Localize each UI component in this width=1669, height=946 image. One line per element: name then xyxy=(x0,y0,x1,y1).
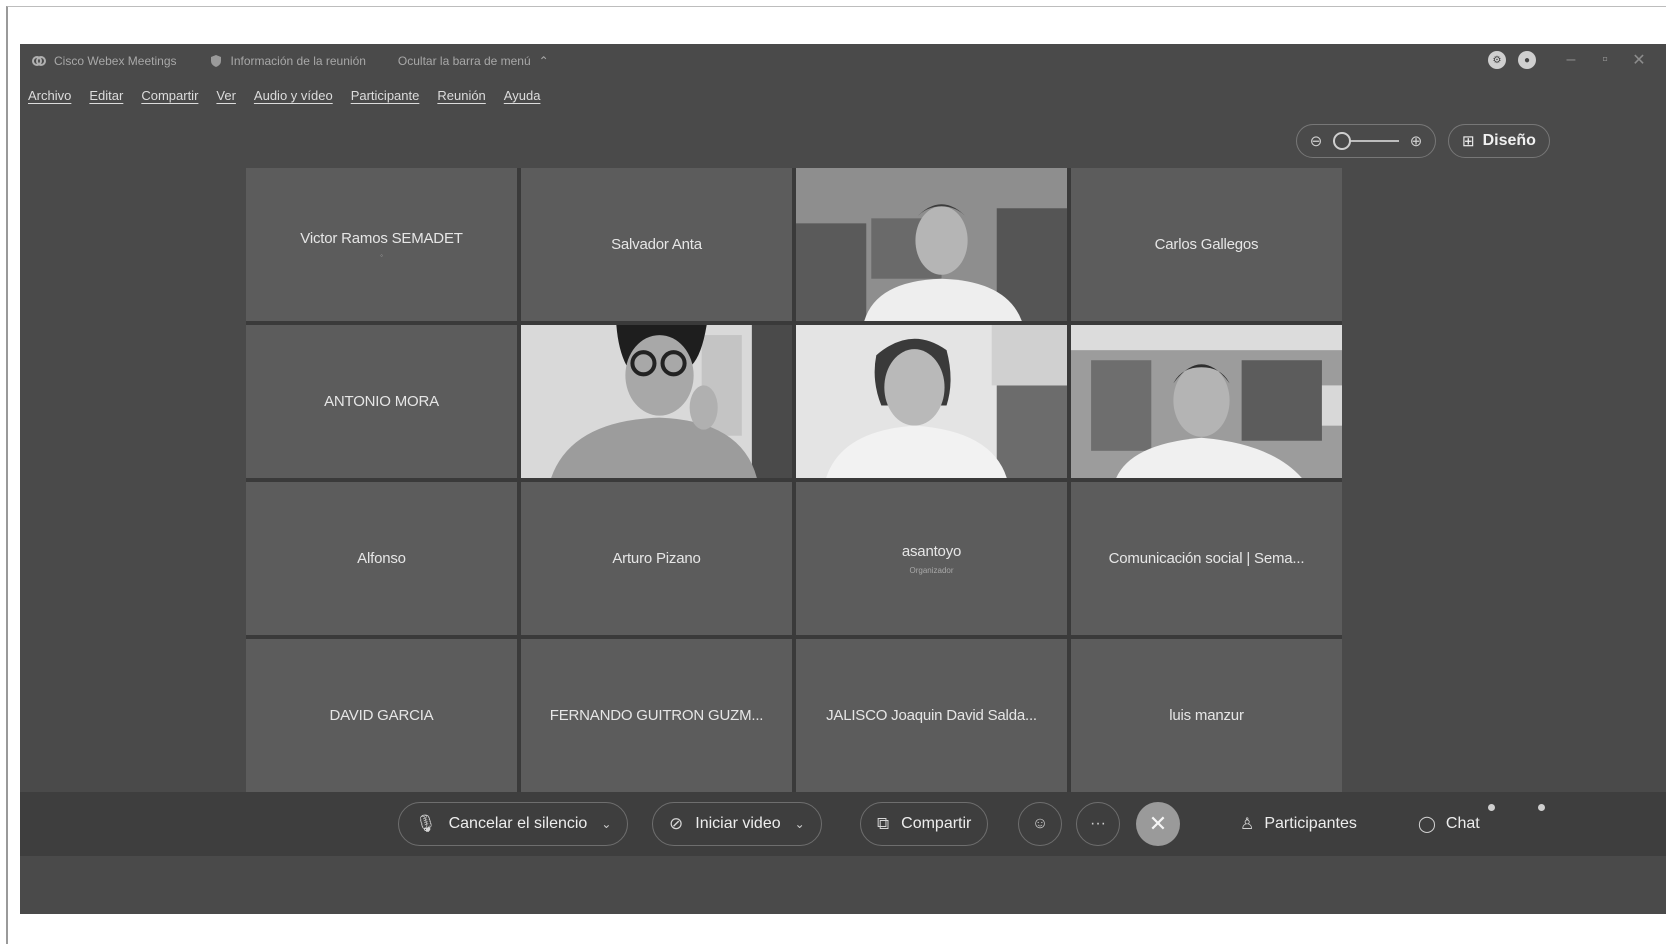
leave-meeting-button[interactable]: ✕ xyxy=(1136,802,1180,846)
chat-bubble-icon: ◯ xyxy=(1418,816,1436,833)
unmute-label: Cancelar el silencio xyxy=(448,815,588,832)
participant-name: JALISCO Joaquin David Salda... xyxy=(826,707,1037,724)
menu-reunion[interactable]: Reunión xyxy=(437,88,485,103)
close-x-icon: ✕ xyxy=(1148,811,1168,836)
info-shield-icon xyxy=(210,55,221,67)
title-bar: Cisco Webex Meetings Información de la r… xyxy=(20,44,1666,78)
share-button[interactable]: ⧉ Compartir xyxy=(860,802,989,846)
meeting-controls-bar: 🎙 Cancelar el silencio ⌄ ⊘ Iniciar video… xyxy=(20,792,1666,856)
video-off-icon: ⊘ xyxy=(669,814,684,833)
participant-tile[interactable]: asantoyo Organizador xyxy=(796,482,1067,635)
unmute-button[interactable]: 🎙 Cancelar el silencio ⌄ xyxy=(398,802,629,846)
more-panels-dot[interactable] xyxy=(1538,804,1545,811)
chat-button[interactable]: ◯ Chat xyxy=(1418,802,1480,846)
meeting-info-button[interactable]: Información de la reunión xyxy=(209,54,366,68)
account-icon[interactable]: ● xyxy=(1518,51,1536,69)
participant-video-tile[interactable] xyxy=(796,325,1067,478)
participants-label: Participantes xyxy=(1264,815,1357,832)
participant-video-tile[interactable] xyxy=(1071,325,1342,478)
participant-tile[interactable]: Salvador Anta xyxy=(521,168,792,321)
chevron-up-icon: ⌃ xyxy=(538,54,549,68)
menu-bar: Archivo Editar Compartir Ver Audio y víd… xyxy=(28,84,558,106)
participant-tile[interactable]: Comunicación social | Sema... xyxy=(1071,482,1342,635)
more-options-button[interactable]: ··· xyxy=(1076,802,1120,846)
hide-menu-bar-button[interactable]: Ocultar la barra de menú ⌃ xyxy=(398,54,549,68)
share-screen-icon: ⧉ xyxy=(877,814,890,833)
participant-name: DAVID GARCIA xyxy=(329,707,434,724)
reactions-button[interactable]: ☺ xyxy=(1018,802,1062,846)
participant-tile[interactable]: Victor Ramos SEMADET ◦ xyxy=(246,168,517,321)
participant-video-tile[interactable] xyxy=(796,168,1067,321)
zoom-in-icon[interactable]: ⊕ xyxy=(1407,132,1425,150)
participants-button[interactable]: ♙ Participantes xyxy=(1240,802,1357,846)
menu-archivo[interactable]: Archivo xyxy=(28,88,71,103)
person-icon: ♙ xyxy=(1240,816,1255,833)
participant-tile[interactable]: DAVID GARCIA xyxy=(246,639,517,792)
grid-zoom-control: ⊖ ⊕ xyxy=(1296,124,1436,158)
settings-icon[interactable]: ⚙ xyxy=(1488,51,1506,69)
close-icon[interactable]: ✕ xyxy=(1622,50,1656,70)
menu-ayuda[interactable]: Ayuda xyxy=(504,88,541,103)
participant-name: Comunicación social | Sema... xyxy=(1108,550,1305,567)
menu-participante[interactable]: Participante xyxy=(351,88,420,103)
start-video-button[interactable]: ⊘ Iniciar video ⌄ xyxy=(652,802,822,846)
chevron-down-icon[interactable]: ⌄ xyxy=(795,817,805,831)
zoom-slider[interactable] xyxy=(1333,132,1399,150)
participant-tile[interactable]: FERNANDO GUITRON GUZM... xyxy=(521,639,792,792)
minimize-icon[interactable]: – xyxy=(1554,51,1588,69)
participant-name: Arturo Pizano xyxy=(612,550,701,567)
window-controls: ⚙ ● – ▫ ✕ xyxy=(1476,50,1656,70)
layout-label: Diseño xyxy=(1482,132,1536,149)
menu-ver[interactable]: Ver xyxy=(216,88,236,103)
webex-logo-icon xyxy=(32,56,46,66)
more-dots-icon: ··· xyxy=(1090,815,1106,832)
layout-grid-icon: ⊞ xyxy=(1462,133,1475,150)
participant-video-feed xyxy=(1071,325,1342,478)
start-video-label: Iniciar video xyxy=(695,815,781,832)
participant-name: FERNANDO GUITRON GUZM... xyxy=(549,707,764,724)
participant-tile[interactable]: Alfonso xyxy=(246,482,517,635)
app-title: Cisco Webex Meetings xyxy=(32,54,177,68)
muted-microphone-icon: 🎙 xyxy=(415,814,437,833)
participant-tile[interactable]: Arturo Pizano xyxy=(521,482,792,635)
maximize-icon[interactable]: ▫ xyxy=(1588,51,1622,69)
participant-role: Organizador xyxy=(909,565,954,575)
participant-name: Alfonso xyxy=(357,550,406,567)
participant-name: asantoyo xyxy=(901,542,962,560)
participant-name: Victor Ramos SEMADET xyxy=(300,229,463,247)
menu-audio-video[interactable]: Audio y vídeo xyxy=(254,88,333,103)
participant-name: Salvador Anta xyxy=(611,236,702,253)
hide-menu-label: Ocultar la barra de menú xyxy=(397,54,531,68)
participant-video-tile[interactable] xyxy=(521,325,792,478)
chevron-down-icon[interactable]: ⌄ xyxy=(601,817,611,831)
participant-name: luis manzur xyxy=(1169,707,1244,724)
layout-button[interactable]: ⊞ Diseño xyxy=(1448,124,1550,158)
participant-tile[interactable]: JALISCO Joaquin David Salda... xyxy=(796,639,1067,792)
menu-editar[interactable]: Editar xyxy=(89,88,123,103)
webex-window: Cisco Webex Meetings Información de la r… xyxy=(20,44,1666,914)
chat-notification-dot xyxy=(1488,804,1495,811)
app-title-text: Cisco Webex Meetings xyxy=(54,54,177,68)
participant-video-feed xyxy=(521,325,792,478)
participant-video-feed xyxy=(796,325,1067,478)
participant-name: ANTONIO MORA xyxy=(324,393,439,410)
participant-grid: Victor Ramos SEMADET ◦ Salvador Anta Car… xyxy=(246,168,1342,792)
zoom-out-icon[interactable]: ⊖ xyxy=(1307,132,1325,150)
chat-label: Chat xyxy=(1445,815,1480,832)
participant-tile[interactable]: ANTONIO MORA xyxy=(246,325,517,478)
participant-tile[interactable]: luis manzur xyxy=(1071,639,1342,792)
menu-compartir[interactable]: Compartir xyxy=(141,88,198,103)
participant-tile[interactable]: Carlos Gallegos xyxy=(1071,168,1342,321)
zoom-slider-thumb[interactable] xyxy=(1333,132,1351,150)
share-label: Compartir xyxy=(901,815,972,832)
smiley-icon: ☺ xyxy=(1031,815,1049,832)
participant-video-feed xyxy=(796,168,1067,321)
muted-mic-icon: ◦ xyxy=(380,250,383,260)
meeting-info-label: Información de la reunión xyxy=(230,54,366,68)
participant-name: Carlos Gallegos xyxy=(1154,236,1259,253)
